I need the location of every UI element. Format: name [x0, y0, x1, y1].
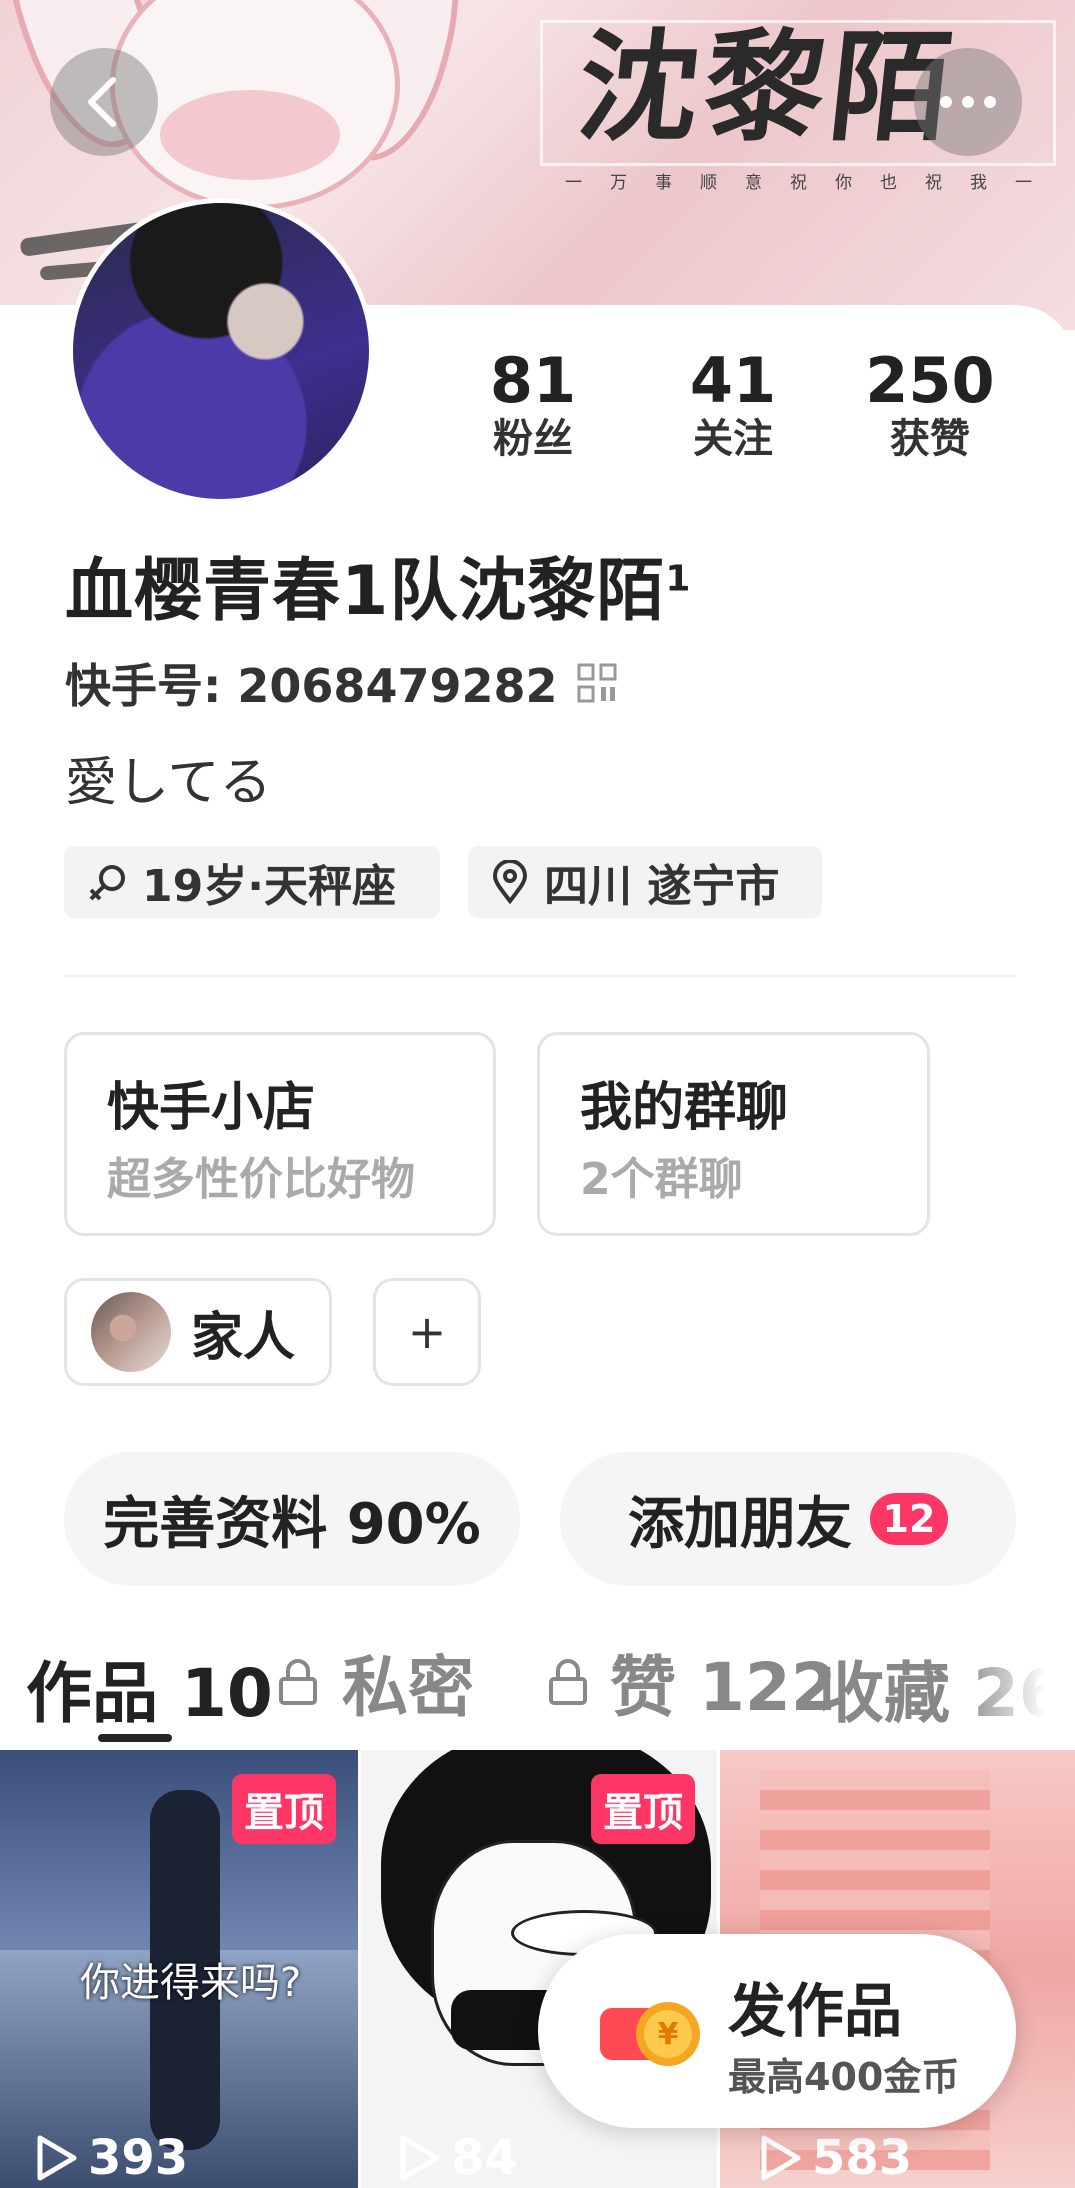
family-chip[interactable]: 家人 [64, 1278, 332, 1386]
age-tag: 19岁·天秤座 [64, 846, 440, 918]
add-friends-button[interactable]: 添加朋友 12 [560, 1452, 1016, 1586]
add-friends-label: 添加朋友 [628, 1491, 852, 1557]
shop-entry-title: 快手小店 [107, 1078, 316, 1138]
more-button[interactable] [914, 48, 1022, 156]
location-tag: 四川 遂宁市 [468, 846, 822, 918]
back-button[interactable] [50, 48, 158, 156]
profile-name: 血樱青春1队沈黎陌1 [65, 552, 692, 631]
play-icon [37, 2135, 77, 2181]
stat-following[interactable]: 41 关注 [648, 344, 818, 463]
play-icon [761, 2135, 801, 2181]
stat-likes-value: 250 [865, 344, 995, 417]
kuaishou-id[interactable]: 快手号: 2068479282 [65, 650, 617, 716]
tab-private[interactable]: 私密 19 [276, 1640, 474, 1724]
shop-entry-subtitle: 超多性价比好物 [107, 1154, 415, 1205]
banner-subtitle: 一万事顺意祝你也祝我一 [565, 173, 1060, 193]
publish-subtitle: 最高400金币 [728, 2055, 960, 2099]
stat-likes-label: 获赞 [890, 416, 970, 462]
stat-fans[interactable]: 81 粉丝 [448, 344, 618, 463]
add-friends-badge: 12 [870, 1493, 948, 1545]
avatar[interactable] [68, 198, 374, 504]
complete-profile-label: 完善资料 90% [103, 1491, 481, 1557]
chevron-left-icon [88, 77, 116, 127]
pinned-badge: 置顶 [232, 1774, 336, 1844]
play-count: 84 [397, 2130, 518, 2186]
more-dots-icon [940, 96, 996, 108]
publish-title: 发作品 [728, 1977, 903, 2045]
name-superscript: 1 [665, 558, 692, 600]
family-label: 家人 [191, 1307, 296, 1368]
complete-profile-button[interactable]: 完善资料 90% [64, 1452, 520, 1586]
stat-fans-label: 粉丝 [493, 416, 573, 462]
play-count: 583 [758, 2130, 912, 2186]
signature: 愛してる [65, 753, 272, 813]
tab-works[interactable]: 作品 10 [26, 1640, 273, 1724]
tab-liked[interactable]: 赞 122 [546, 1640, 837, 1724]
stat-likes[interactable]: 250 获赞 [845, 344, 1015, 463]
location-pin-icon [492, 860, 528, 904]
lock-icon [279, 1659, 317, 1705]
stat-following-label: 关注 [693, 416, 773, 462]
svg-text:¥: ¥ [658, 2017, 679, 2052]
divider [65, 975, 1015, 977]
play-icon [400, 2135, 440, 2181]
publish-button[interactable]: ¥ 发作品 最高400金币 [538, 1934, 1016, 2128]
plus-icon: + [407, 1305, 447, 1359]
play-count: 393 [34, 2130, 188, 2186]
add-family-button[interactable]: + [373, 1278, 481, 1386]
video-caption: 你进得来吗? [80, 1960, 302, 2006]
shop-entry[interactable]: 快手小店 超多性价比好物 [64, 1032, 496, 1236]
video-thumb-1[interactable]: 置顶 你进得来吗? 393 [0, 1750, 358, 2188]
qrcode-icon[interactable] [577, 663, 617, 703]
tab-active-indicator [98, 1734, 172, 1742]
group-chat-title: 我的群聊 [580, 1078, 789, 1138]
stat-fans-value: 81 [489, 344, 577, 417]
banner-title: 沈黎陌 [571, 17, 965, 158]
group-chat-entry[interactable]: 我的群聊 2个群聊 [537, 1032, 930, 1236]
kuaishou-id-text: 快手号: 2068479282 [65, 659, 558, 713]
pinned-badge: 置顶 [591, 1774, 695, 1844]
gender-male-icon [89, 865, 125, 901]
family-avatar [91, 1292, 171, 1372]
stat-following-value: 41 [689, 344, 777, 417]
content-tabs: 作品 10 私密 19 赞 122 收藏 266 [0, 1640, 1075, 1724]
age-tag-text: 19岁·天秤座 [142, 861, 396, 912]
coin-camera-icon: ¥ [600, 2002, 700, 2066]
location-tag-text: 四川 遂宁市 [544, 861, 780, 912]
group-chat-subtitle: 2个群聊 [580, 1154, 743, 1205]
lock-icon [549, 1659, 587, 1705]
